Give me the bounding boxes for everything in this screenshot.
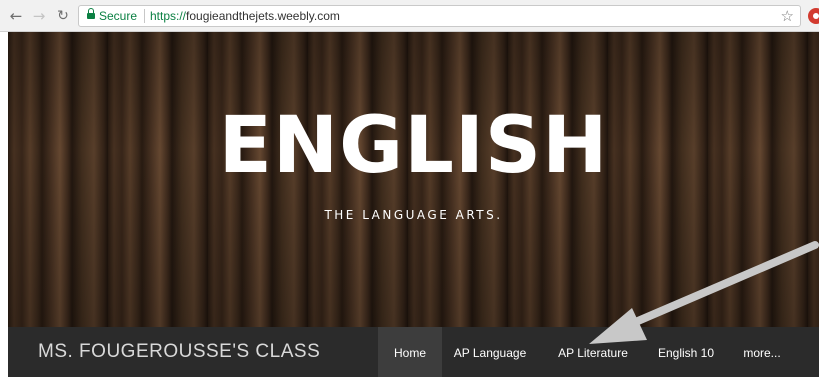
hero-banner: ENGLISH THE LANGUAGE ARTS. bbox=[8, 32, 819, 327]
site-title[interactable]: MS. FOUGEROUSSE'S CLASS bbox=[38, 341, 320, 363]
page: ← → ↻ Secure https://fougieandthejets.we… bbox=[0, 0, 819, 377]
url-host: fougieandthejets.weebly.com bbox=[186, 9, 340, 23]
nav-item-ap-language[interactable]: AP Language bbox=[450, 327, 530, 377]
reload-icon[interactable]: ↻ bbox=[55, 7, 71, 25]
lock-icon bbox=[87, 8, 95, 19]
hero-title: ENGLISH bbox=[218, 101, 609, 191]
nav-item-more[interactable]: more... bbox=[736, 327, 788, 377]
secure-label: Secure bbox=[99, 9, 138, 23]
star-icon[interactable]: ☆ bbox=[781, 7, 794, 25]
browser-toolbar: ← → ↻ Secure https://fougieandthejets.we… bbox=[0, 0, 819, 32]
url-scheme: https:// bbox=[150, 9, 187, 23]
url-text[interactable]: https://fougieandthejets.weebly.com bbox=[150, 9, 340, 23]
nav-item-english-10[interactable]: English 10 bbox=[650, 327, 722, 377]
nav-item-home[interactable]: Home bbox=[378, 327, 442, 377]
arrow-right-icon[interactable]: → bbox=[31, 7, 47, 25]
arrow-left-icon[interactable]: ← bbox=[8, 7, 24, 25]
nav-item-ap-literature[interactable]: AP Literature bbox=[548, 327, 638, 377]
hero-subtitle: THE LANGUAGE ARTS. bbox=[324, 208, 503, 222]
extension-icon[interactable] bbox=[808, 8, 819, 24]
url-separator bbox=[144, 9, 145, 23]
address-bar[interactable]: Secure https://fougieandthejets.weebly.c… bbox=[78, 5, 801, 27]
site-nav-bar: MS. FOUGEROUSSE'S CLASS Home AP Language… bbox=[8, 327, 819, 377]
